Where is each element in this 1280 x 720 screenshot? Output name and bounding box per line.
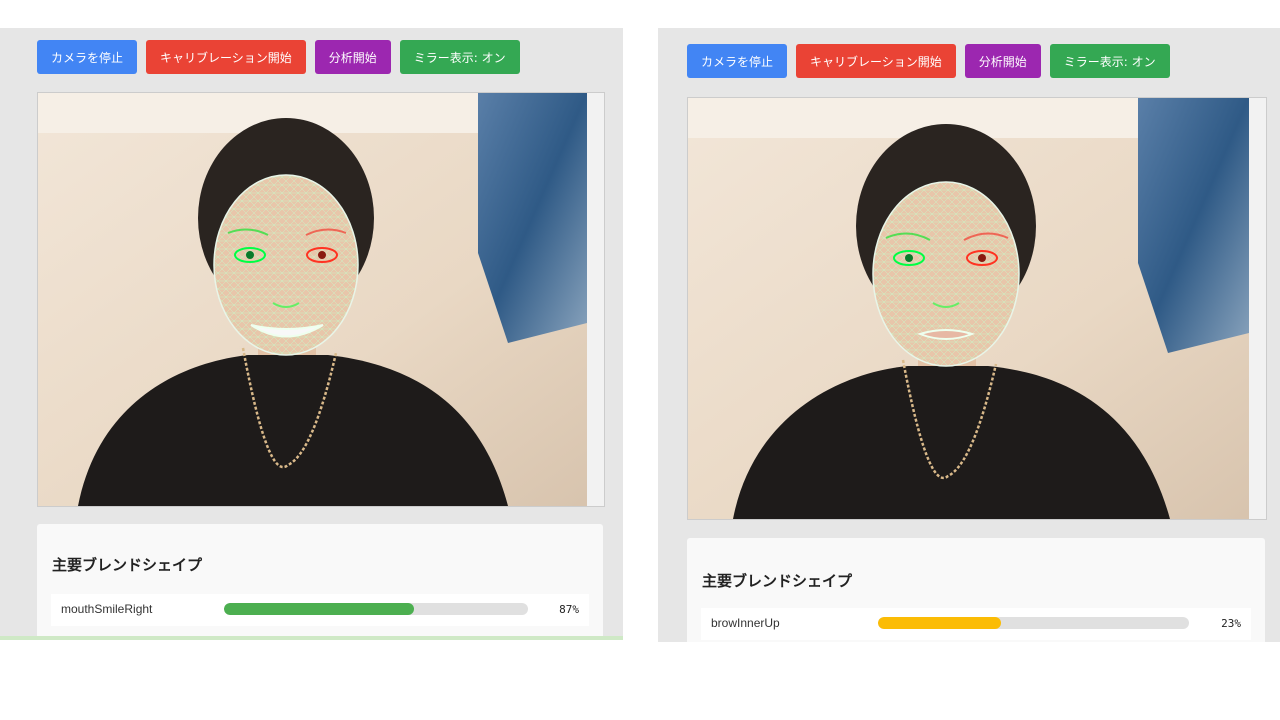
blendshape-bar-track (878, 617, 1189, 629)
left-panel: カメラを停止 キャリブレーション開始 分析開始 ミラー表示: オン 主要ブレンド… (0, 28, 623, 638)
left-panel-bottom-divider (0, 636, 623, 640)
blendshape-panel: 主要ブレンドシェイプ mouthSmileRight 87% (37, 524, 603, 638)
right-panel: カメラを停止 キャリブレーション開始 分析開始 ミラー表示: オン 主要ブレンド… (658, 28, 1280, 642)
camera-video-frame (37, 92, 605, 507)
right-toolbar: カメラを停止 キャリブレーション開始 分析開始 ミラー表示: オン (687, 44, 1170, 78)
stop-camera-button[interactable]: カメラを停止 (37, 40, 138, 74)
blendshape-name: mouthSmileRight (61, 602, 153, 616)
blendshape-bar-track (224, 603, 528, 615)
start-analysis-button[interactable]: 分析開始 (964, 44, 1041, 78)
left-toolbar: カメラを停止 キャリブレーション開始 分析開始 ミラー表示: オン (37, 40, 520, 74)
start-calibration-button[interactable]: キャリブレーション開始 (796, 44, 956, 78)
blendshape-title: 主要ブレンドシェイプ (702, 572, 853, 590)
start-analysis-button[interactable]: 分析開始 (314, 40, 391, 74)
camera-feed (688, 98, 1266, 519)
mirror-display-button[interactable]: ミラー表示: オン (399, 40, 520, 74)
blendshape-panel: 主要ブレンドシェイプ browInnerUp 23% (687, 538, 1265, 642)
blendshape-percent: 23% (1221, 617, 1241, 630)
blendshape-title: 主要ブレンドシェイプ (52, 556, 203, 574)
blendshape-bar-fill (224, 603, 415, 615)
stop-camera-button[interactable]: カメラを停止 (687, 44, 788, 78)
blendshape-bar-fill (878, 617, 1002, 629)
start-calibration-button[interactable]: キャリブレーション開始 (146, 40, 306, 74)
camera-video-frame (687, 97, 1267, 520)
blendshape-name: browInnerUp (711, 616, 780, 630)
mirror-display-button[interactable]: ミラー表示: オン (1049, 44, 1170, 78)
camera-feed (38, 93, 604, 506)
blendshape-percent: 87% (559, 603, 579, 616)
blendshape-row: mouthSmileRight 87% (51, 594, 589, 626)
blendshape-row: browInnerUp 23% (701, 608, 1251, 640)
